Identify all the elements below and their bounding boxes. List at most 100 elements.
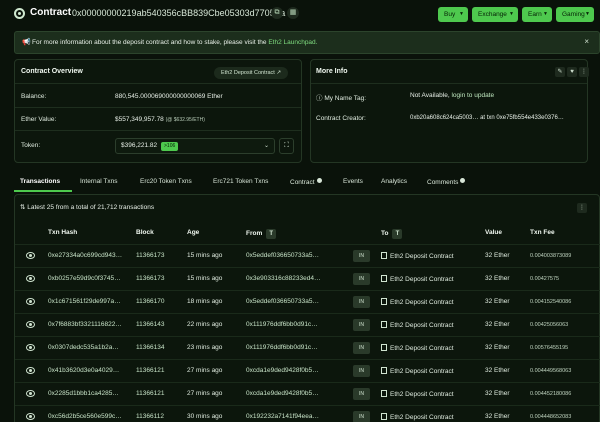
copy-icon[interactable]: ⧉	[271, 7, 283, 19]
from-address-link[interactable]: 0xcda1e9ded9428f0b5…	[246, 390, 319, 397]
tab-internal-txns[interactable]: Internal Txns	[80, 178, 117, 185]
token-dropdown[interactable]: $396,221.82 >106 ⌄	[115, 138, 275, 154]
eth2-deposit-badge[interactable]: Eth2 Deposit Contract ↗	[214, 67, 288, 79]
tab-contract-label: Contract	[290, 179, 315, 186]
transactions-summary: ⇅ Latest 25 from a total of 21,712 trans…	[20, 203, 154, 211]
from-address-link[interactable]: 0x111976ddf6bb0d91c…	[246, 344, 318, 351]
eye-icon[interactable]	[26, 298, 35, 305]
to-contract-link[interactable]: Eth2 Deposit Contract	[381, 298, 454, 306]
eye-icon[interactable]	[26, 390, 35, 397]
from-address-link[interactable]: 0xcda1e9ded9428f0b5…	[246, 367, 319, 374]
tab-comments[interactable]: Comments	[427, 178, 466, 186]
to-contract-link[interactable]: Eth2 Deposit Contract	[381, 275, 454, 283]
tab-erc721-token-txns[interactable]: Erc721 Token Txns	[213, 178, 268, 185]
name-tag-label: ⓘ My Name Tag:	[316, 92, 366, 102]
menu-exchange-button[interactable]: Exchange ▼	[472, 7, 518, 22]
qr-icon[interactable]: ▦	[287, 7, 299, 19]
from-address-link[interactable]: 0x192232a7141f94eea…	[246, 413, 319, 420]
tab-events[interactable]: Events	[343, 178, 363, 185]
txn-hash-link[interactable]: 0xb0257e59d9c0f3745…	[48, 275, 121, 282]
block-link[interactable]: 11366121	[136, 390, 164, 397]
txn-hash-link[interactable]: 0x1c671561f29de997a…	[48, 298, 121, 305]
menu-earn-label: Earn	[528, 11, 542, 18]
creator-address-link[interactable]: 0xb20a608c624ca5003…	[410, 115, 478, 121]
to-contract-link[interactable]: Eth2 Deposit Contract	[381, 390, 454, 398]
eye-icon[interactable]	[26, 367, 35, 374]
megaphone-icon: 📢	[22, 39, 31, 46]
launchpad-link[interactable]: Eth2 Launchpad.	[268, 39, 317, 46]
creator-txn-link[interactable]: 0xe75fb554e433e0376…	[496, 115, 563, 121]
table-row: 0x1c671561f29de997a… 11366170 18 mins ago 0…	[15, 290, 600, 313]
to-contract-link[interactable]: Eth2 Deposit Contract	[381, 367, 454, 375]
verified-icon	[316, 178, 322, 183]
chevron-down-icon: ⌄	[263, 143, 269, 149]
overview-title: Contract Overview	[21, 68, 83, 75]
eye-icon[interactable]	[26, 275, 35, 282]
to-contract-label: Eth2 Deposit Contract	[390, 322, 454, 329]
block-link[interactable]: 11366134	[136, 344, 164, 351]
more-options-icon[interactable]: ⋮	[577, 203, 587, 213]
from-address-link[interactable]: 0x111976ddf6bb0d91c…	[246, 321, 318, 328]
expand-icon[interactable]: ⛶	[279, 138, 294, 154]
to-contract-label: Eth2 Deposit Contract	[390, 368, 454, 375]
block-link[interactable]: 11366112	[136, 413, 164, 420]
name-tag-label-text: My Name Tag:	[324, 95, 367, 102]
more-info-title: More Info	[316, 68, 348, 75]
document-icon	[381, 275, 387, 282]
table-row: 0x41b3620d3e0a4029… 11366121 27 mins ago 0x…	[15, 359, 600, 382]
eye-icon[interactable]	[26, 321, 35, 328]
txn-fee-cell: 0.00427575	[530, 276, 560, 282]
to-contract-link[interactable]: Eth2 Deposit Contract	[381, 413, 454, 421]
to-contract-link[interactable]: Eth2 Deposit Contract	[381, 252, 454, 260]
edit-icon[interactable]: ✎	[555, 67, 565, 77]
sort-icon: ⇅	[20, 204, 26, 211]
more-options-icon[interactable]: ⋮	[579, 67, 589, 77]
filter-icon[interactable]: T	[266, 229, 277, 239]
from-address-link[interactable]: 0x5eddef036650733a5…	[246, 252, 319, 259]
txn-hash-link[interactable]: 0x2285d1bbb1ca4285…	[48, 390, 119, 397]
block-link[interactable]: 11366143	[136, 321, 164, 328]
eye-icon[interactable]	[26, 413, 35, 420]
to-contract-link[interactable]: Eth2 Deposit Contract	[381, 344, 454, 352]
block-link[interactable]: 11366173	[136, 275, 164, 282]
tab-erc20-token-txns[interactable]: Erc20 Token Txns	[140, 178, 192, 185]
col-from: From T	[246, 229, 277, 239]
login-link[interactable]: login to update	[451, 92, 494, 99]
eye-icon[interactable]	[26, 252, 35, 259]
txn-hash-link[interactable]: 0x0307dedc535a1b2a…	[48, 344, 119, 351]
menu-buy-button[interactable]: Buy ▼	[438, 7, 468, 22]
tab-analytics[interactable]: Analytics	[381, 178, 407, 185]
filter-icon[interactable]: T	[392, 229, 403, 239]
in-badge: IN	[353, 388, 370, 400]
external-link-icon: ↗	[276, 70, 281, 76]
menu-gaming-button[interactable]: Gaming ▼	[556, 7, 594, 22]
heart-icon[interactable]: ♥	[567, 67, 577, 77]
eye-icon[interactable]	[26, 344, 35, 351]
menu-earn-button[interactable]: Earn ▼	[522, 7, 552, 22]
block-link[interactable]: 11366121	[136, 367, 164, 374]
to-contract-link[interactable]: Eth2 Deposit Contract	[381, 321, 454, 329]
txn-hash-link[interactable]: 0xc56d2b5ce560e599c…	[48, 413, 122, 420]
token-count-badge: >106	[161, 142, 179, 151]
divider	[15, 130, 301, 131]
txn-hash-link[interactable]: 0x7f6883bf3321116822…	[48, 321, 122, 328]
to-contract-label: Eth2 Deposit Contract	[390, 276, 454, 283]
col-age[interactable]: Age	[187, 229, 199, 236]
from-address-link[interactable]: 0x5eddef036650733a5…	[246, 298, 319, 305]
tab-contract[interactable]: Contract	[290, 178, 322, 186]
block-link[interactable]: 11366173	[136, 252, 164, 259]
value-cell: 32 Ether	[485, 344, 510, 351]
txn-hash-link[interactable]: 0x41b3620d3e0a4029…	[48, 367, 119, 374]
close-icon[interactable]: ×	[584, 37, 589, 46]
from-address-link[interactable]: 0x3e903316c88233ed4…	[246, 275, 320, 282]
table-row: 0x2285d1bbb1ca4285… 11366121 27 mins ago 0x…	[15, 382, 600, 405]
table-row: 0xb0257e59d9c0f3745… 11366173 15 mins ago 0…	[15, 267, 600, 290]
block-link[interactable]: 11366170	[136, 298, 164, 305]
tab-transactions[interactable]: Transactions	[20, 178, 60, 185]
more-info-panel	[310, 59, 588, 163]
txn-hash-link[interactable]: 0xe27334a0c699cd943…	[48, 252, 122, 259]
col-txn-fee[interactable]: Txn Fee	[530, 229, 555, 236]
menu-exchange-label: Exchange	[478, 11, 507, 18]
to-contract-label: Eth2 Deposit Contract	[390, 253, 454, 260]
tab-comments-label: Comments	[427, 179, 459, 186]
